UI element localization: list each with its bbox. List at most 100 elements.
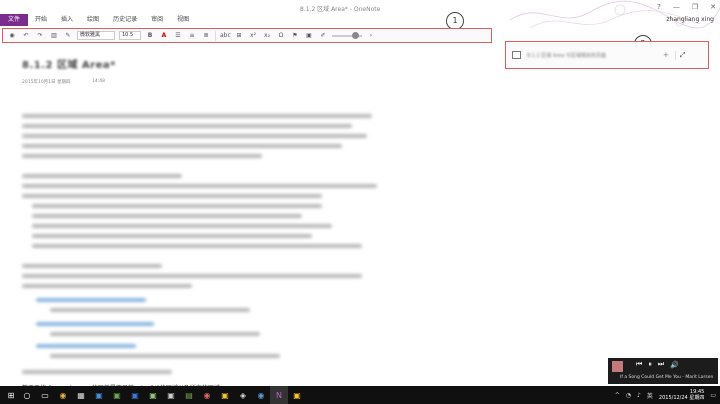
body-text-line [32,214,302,218]
body-text-line [22,184,377,188]
body-text-line [22,134,367,138]
app-icon[interactable]: ▣ [90,386,108,404]
input-language[interactable]: 英 [647,391,653,400]
app-icon[interactable]: ▣ [126,386,144,404]
zoom-slider[interactable] [332,31,362,39]
page-list-panel: 8.1.2 区域 Area 与区域相关的页面 + ⤢ [505,41,709,69]
page-time: 14:48 [92,79,105,84]
tray-arrow-icon[interactable]: ^ [615,392,620,399]
tag-icon[interactable]: ⚑ [290,29,300,42]
tab-review[interactable]: 审阅 [144,14,170,26]
body-text-line [22,274,362,278]
app-icon[interactable]: ▣ [288,386,306,404]
app-icon[interactable]: ▣ [216,386,234,404]
clock-date: 2015/12/24 星期四 [658,395,705,401]
clock[interactable]: 19:45 2015/12/24 星期四 [659,389,704,401]
undo-icon[interactable]: ↶ [21,29,31,42]
dock-icon[interactable]: ▥ [49,29,59,42]
media-controls: ⏮ ⏸ ⏭ 🔊 [636,360,679,369]
body-text-line [50,332,260,336]
calculator-icon[interactable]: ▦ [72,386,90,404]
back-icon[interactable]: ◉ [7,29,17,42]
app-icon[interactable]: ◈ [234,386,252,404]
task-view-icon[interactable]: ▭ [36,386,54,404]
numbering-icon[interactable]: ≡ [187,29,197,42]
close-button[interactable]: ✕ [710,3,716,11]
subscript-button[interactable]: x₂ [262,29,272,42]
chrome-icon[interactable]: ◉ [54,386,72,404]
onenote-icon[interactable]: N [270,386,288,404]
font-name-select[interactable]: 微软雅黑 [77,31,115,40]
pause-button[interactable]: ⏸ [648,360,652,369]
table-icon[interactable]: ⊞ [234,29,244,42]
body-text-line [32,204,322,208]
window-title: 8.1.2 区域 Area* - OneNote [300,6,381,13]
tab-history[interactable]: 历史记录 [106,14,144,26]
format-painter-icon[interactable]: ✎ [63,29,73,42]
volume-tray-icon[interactable]: ♪ [637,392,641,399]
tab-file[interactable]: 文件 [0,14,29,26]
media-player: ⏮ ⏸ ⏭ 🔊 If a Song Could Get Me You - Mar… [608,358,718,384]
app-icon[interactable]: ▣ [144,386,162,404]
align-icon[interactable]: ≣ [201,29,211,42]
network-icon[interactable]: ◔ [626,392,631,399]
track-title: If a Song Could Get Me You - Marit Larse… [620,375,714,380]
superscript-button[interactable]: x² [248,29,258,42]
notifications-icon[interactable]: ▭ [710,392,716,399]
search-icon[interactable]: ○ [18,386,36,404]
strikethrough-icon[interactable]: abc [220,29,231,42]
previous-track-button[interactable]: ⏮ [636,360,642,369]
link-text-line[interactable] [36,344,136,348]
window-controls: ? — ❐ ✕ [657,3,716,11]
body-text-line [32,224,332,228]
font-color-button[interactable]: A [159,29,169,42]
app-icon[interactable]: ▣ [162,386,180,404]
page-icon[interactable] [512,51,521,59]
formatting-toolbar: ◉ ↶ ↷ ▥ ✎ 微软雅黑 10.5 B A ☰ ≡ ≣ abc ⊞ x² x… [2,28,492,43]
body-text-line [22,154,262,158]
add-page-button[interactable]: + [663,51,669,59]
expand-icon[interactable]: ⤢ [674,50,685,60]
user-name[interactable]: zhangliang xing [666,16,714,23]
app-icon[interactable]: ▣ [108,386,126,404]
toolbar-divider [215,30,216,41]
tab-view[interactable]: 视图 [170,14,196,26]
help-button[interactable]: ? [657,3,661,11]
link-text-line[interactable] [36,322,154,326]
font-size-select[interactable]: 10.5 [119,31,141,40]
body-text-line [22,284,192,288]
chevron-right-icon[interactable]: › [366,29,376,42]
app-icon[interactable]: ◉ [252,386,270,404]
app-icon[interactable]: ▤ [180,386,198,404]
body-text-line [22,144,342,148]
start-button[interactable]: ⊞ [4,386,18,404]
symbol-button[interactable]: Ω [276,29,286,42]
link-text-line[interactable] [36,298,146,302]
minimize-button[interactable]: — [673,3,680,11]
tab-home[interactable]: 开始 [28,14,54,26]
bold-button[interactable]: B [145,29,155,42]
redo-icon[interactable]: ↷ [35,29,45,42]
body-text-line [32,244,362,248]
body-text-line [22,174,182,178]
body-text-line [32,234,312,238]
body-text-line [22,194,322,198]
ink-icon[interactable]: ✐ [318,29,328,42]
page-date: 2015年10月1日 星期四 [22,80,71,85]
taskbar: ⊞ ○ ▭ ◉ ▦ ▣ ▣ ▣ ▣ ▣ ▤ ◉ ▣ ◈ ◉ N ▣ ^ ◔ ♪ … [0,386,720,404]
next-track-button[interactable]: ⏭ [658,360,664,369]
body-text-line [22,370,172,374]
bullets-icon[interactable]: ☰ [173,29,183,42]
system-tray: ^ ◔ ♪ 英 19:45 2015/12/24 星期四 ▭ [615,386,716,404]
page-list-text[interactable]: 8.1.2 区域 Area 与区域相关的页面 [527,52,657,59]
album-art [612,361,623,372]
page-title[interactable]: 8.1.2 区域 Area* [22,56,116,71]
ribbon-tabs: 文件 开始 插入 绘图 历史记录 审阅 视图 [0,14,196,26]
maximize-button[interactable]: ❐ [692,3,698,11]
tab-insert[interactable]: 插入 [54,14,80,26]
body-text-line [50,308,250,312]
picture-icon[interactable]: ▣ [304,29,314,42]
tab-draw[interactable]: 绘图 [80,14,106,26]
app-icon[interactable]: ◉ [198,386,216,404]
volume-icon[interactable]: 🔊 [670,361,679,369]
